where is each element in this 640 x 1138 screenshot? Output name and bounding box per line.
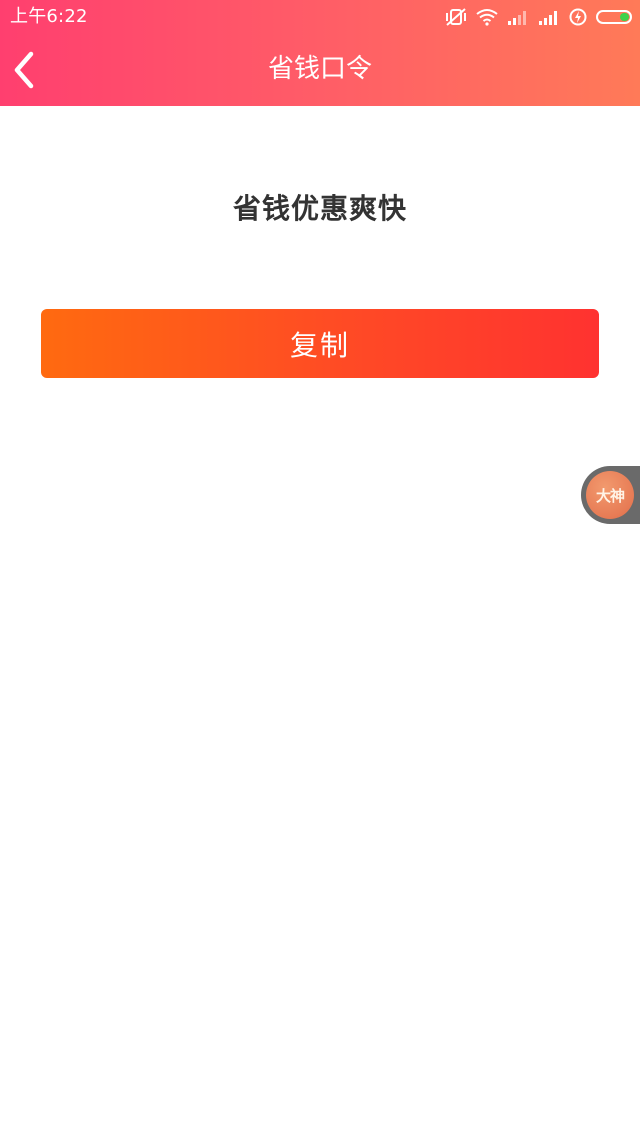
back-button[interactable] [2, 44, 46, 96]
copy-button[interactable]: 复制 [41, 309, 599, 378]
status-icons [445, 5, 632, 29]
charging-icon [569, 8, 587, 26]
wifi-icon [476, 8, 498, 26]
status-time: 上午6:22 [10, 6, 88, 27]
chevron-left-icon [14, 51, 34, 89]
header: 上午6:22 省钱口令 [0, 0, 640, 106]
slogan-text: 省钱优惠爽快 [232, 192, 407, 225]
battery-icon [596, 10, 632, 24]
signal-icon [538, 9, 560, 25]
signal-icon [507, 9, 529, 25]
vibrate-mute-icon [445, 7, 467, 27]
battery-level [620, 13, 629, 21]
status-bar: 上午6:22 [0, 0, 640, 34]
screen: 上午6:22 省钱口令 省钱优惠爽快 复制 大神 [0, 0, 640, 1138]
floating-assistant-widget[interactable]: 大神 [581, 466, 640, 524]
assistant-avatar: 大神 [586, 471, 634, 519]
page-title: 省钱口令 [267, 54, 372, 84]
